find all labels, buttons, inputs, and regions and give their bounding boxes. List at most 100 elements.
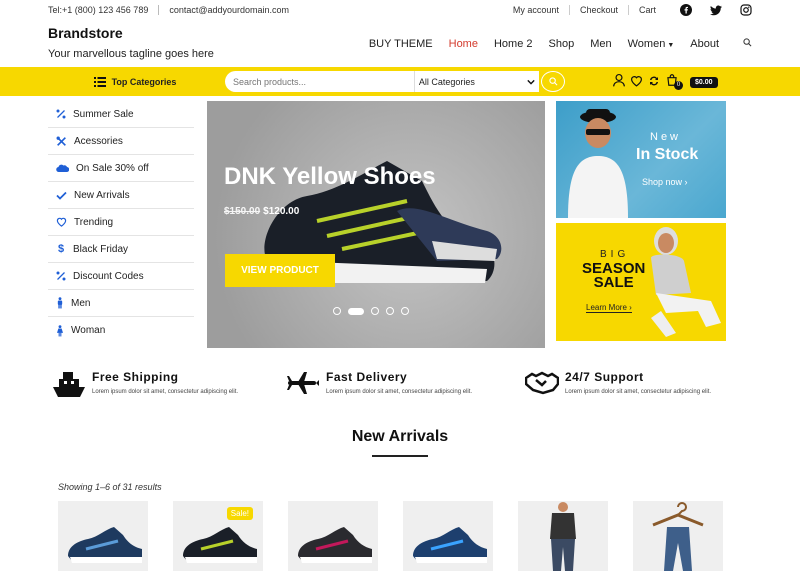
sidebar-item-label: On Sale 30% off [76,162,149,174]
slider-dot-2[interactable] [348,307,364,315]
sidebar-item-acessories[interactable]: Acessories [48,128,194,155]
chevron-right-icon: › [684,177,688,187]
model-image [651,227,721,337]
chevron-down-icon [527,79,535,85]
sidebar-item-black-friday[interactable]: $ Black Friday [48,236,194,263]
hero-slider[interactable]: DNK Yellow Shoes $150.00 $120.00 VIEW PRO… [207,101,545,348]
nav-women-label: Women [627,37,666,50]
brand-tagline: Your marvellous tagline goes here [48,48,214,60]
sidebar-item-trending[interactable]: Trending [48,209,194,236]
product-card[interactable] [288,501,378,571]
slider-dot-5[interactable] [401,307,409,315]
nav-women[interactable]: Women ▼ [620,38,683,50]
top-categories-toggle[interactable]: Top Categories [60,76,210,87]
sidebar-item-men[interactable]: Men [48,290,194,317]
sidebar-item-on-sale[interactable]: On Sale 30% off [48,155,194,182]
promo-season-sale[interactable]: BIG SEASON SALE Learn More › [556,223,726,341]
promo2-cta[interactable]: Learn More › [586,303,632,313]
nav-home-2[interactable]: Home 2 [486,38,541,50]
feature-title: Free Shipping [92,370,179,384]
slider-dot-4[interactable] [386,307,394,315]
feature-title: 24/7 Support [565,370,644,384]
new-arrivals-section: New Arrivals [0,428,800,457]
email-link[interactable]: contact@addyourdomain.com [169,5,299,15]
product-card[interactable] [633,501,723,571]
slider-dot-3[interactable] [371,307,379,315]
sidebar-item-label: Discount Codes [73,270,144,282]
section-title: New Arrivals [351,428,449,445]
brand-logo[interactable]: Brandstore [48,25,214,41]
chevron-down-icon: ▼ [667,41,675,49]
product-card[interactable] [518,501,608,571]
product-grid: Sale! [58,501,723,571]
sidebar-item-label: Black Friday [73,243,129,255]
hero-new-price: $120.00 [263,206,300,217]
promo-new-in-stock[interactable]: New In Stock Shop now › [556,101,726,218]
cart-count-badge: 0 [674,81,683,90]
category-search-bar: Top Categories All Categories 0 $0.00 [0,67,800,96]
hero-price: $150.00 $120.00 [224,206,299,217]
slider-dot-1[interactable] [333,307,341,315]
sidebar-item-summer-sale[interactable]: Summer Sale [48,101,194,128]
hero-old-price: $150.00 [224,206,261,217]
nav-about[interactable]: About [682,38,727,50]
promo2-cta-label: Learn More [586,303,627,312]
nav-home[interactable]: Home [441,38,486,50]
search-input[interactable] [225,71,414,92]
sidebar-item-label: Woman [71,325,106,336]
twitter-icon[interactable] [710,5,722,16]
sidebar-item-label: Acessories [74,135,123,147]
checkout-link[interactable]: Checkout [570,5,628,15]
nav-shop[interactable]: Shop [541,38,583,50]
plane-icon [287,372,319,394]
nav-buy-theme[interactable]: BUY THEME [361,38,441,50]
top-categories-label: Top Categories [111,76,177,87]
promo2-line3: SALE [593,274,634,291]
sidebar-item-label: Trending [74,216,114,228]
title-underline [372,455,428,457]
category-select[interactable]: All Categories [413,71,540,92]
cart-icon[interactable]: 0 [665,73,683,92]
feature-free-shipping: Free Shipping Lorem ipsum dolor sit amet… [52,370,238,400]
sidebar-item-woman[interactable]: Woman [48,317,194,344]
product-card[interactable] [58,501,148,571]
promo1-cta[interactable]: Shop now › [642,177,688,187]
feature-support: 24/7 Support Lorem ipsum dolor sit amet,… [525,370,711,396]
my-account-link[interactable]: My account [503,5,569,15]
sidebar-item-discount-codes[interactable]: Discount Codes [48,263,194,290]
hero-title: DNK Yellow Shoes [224,163,436,190]
result-count: Showing 1–6 of 31 results [58,482,162,492]
product-image [550,502,576,571]
search-icon[interactable] [743,37,752,50]
feature-fast-delivery: Fast Delivery Lorem ipsum dolor sit amet… [286,370,472,396]
search-button[interactable] [541,71,565,92]
instagram-icon[interactable] [740,4,752,16]
phone-text: Tel:+1 (800) 123 456 789 [48,5,149,15]
nav-men[interactable]: Men [582,38,619,50]
sale-badge: Sale! [226,507,253,520]
feature-desc: Lorem ipsum dolor sit amet, consectetur … [565,389,712,395]
user-icon[interactable] [613,73,625,92]
percent-icon [56,109,66,119]
feature-title: Fast Delivery [326,370,408,384]
promo1-cta-label: Shop now [642,177,683,187]
facebook-icon[interactable] [680,4,692,16]
product-card[interactable] [403,501,493,571]
check-icon [56,191,67,200]
model-image [568,109,628,218]
list-icon [93,76,106,87]
sidebar-item-label: New Arrivals [74,189,130,201]
female-icon [57,324,63,336]
compare-icon[interactable] [648,74,660,92]
sidebar-item-label: Men [71,297,91,309]
promo2-headline: SEASON SALE [582,261,645,291]
cart-link[interactable]: Cart [629,5,666,15]
view-product-button[interactable]: VIEW PRODUCT [225,254,335,287]
product-search: All Categories [225,71,565,92]
product-card[interactable]: Sale! [173,501,263,571]
product-image [68,527,142,563]
cart-total[interactable]: $0.00 [690,77,718,88]
sidebar-item-new-arrivals[interactable]: New Arrivals [48,182,194,209]
tools-icon [56,136,66,146]
heart-icon[interactable] [630,74,643,92]
